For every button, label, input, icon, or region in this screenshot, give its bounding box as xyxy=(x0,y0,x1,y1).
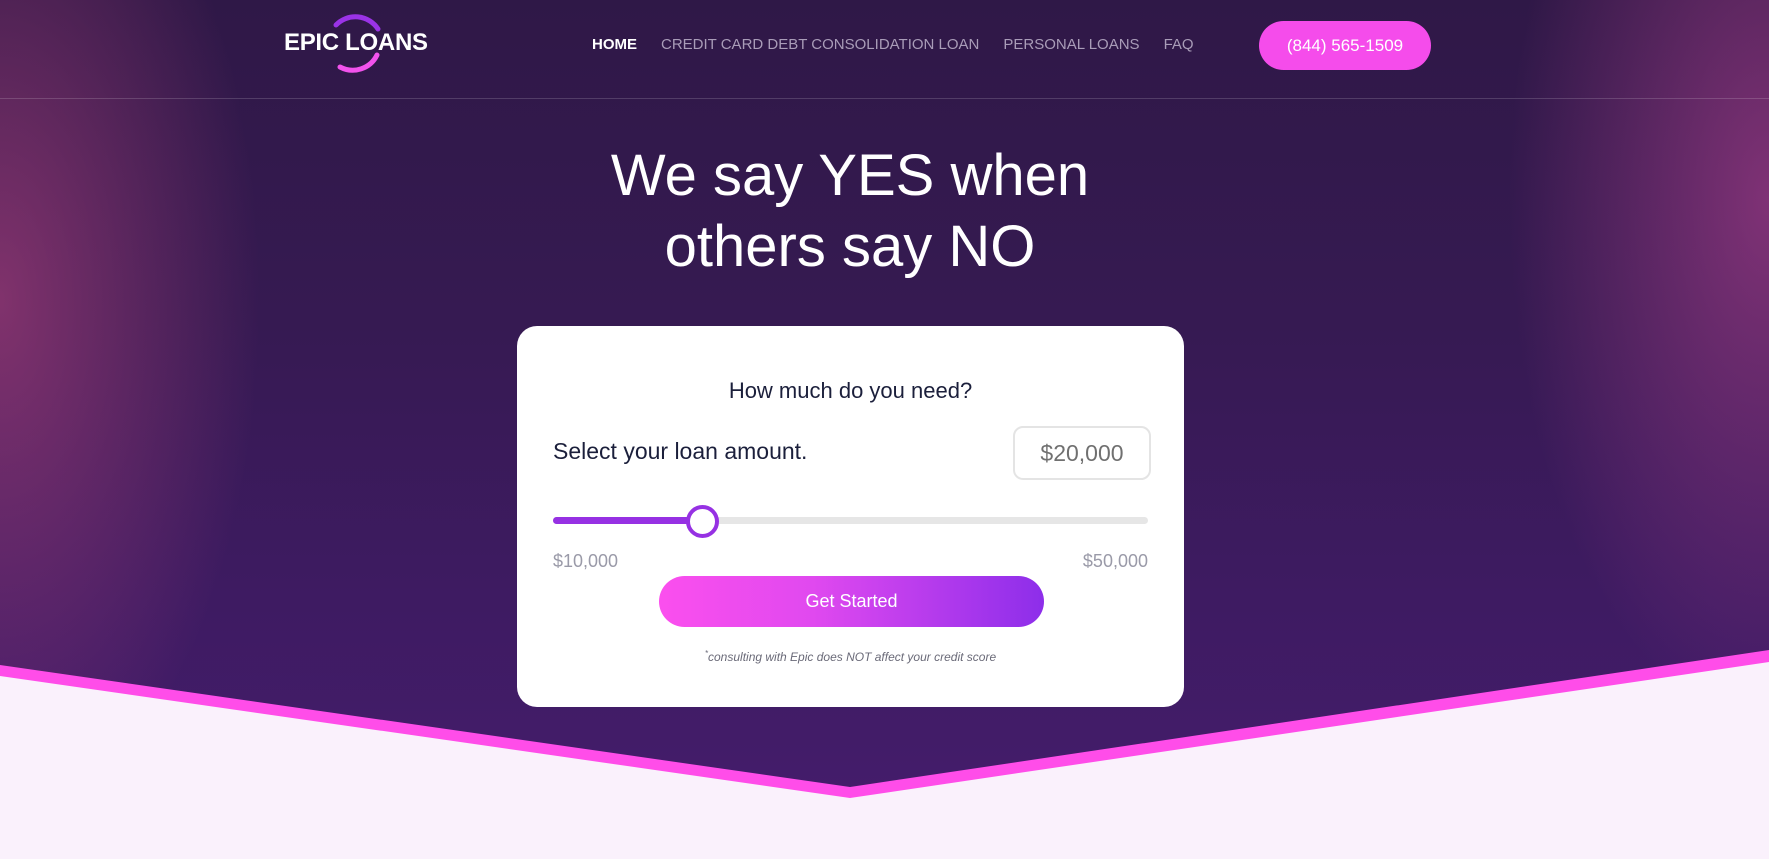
headline-line-1: We say YES when xyxy=(610,143,1090,208)
loan-amount-field[interactable]: $20,000 xyxy=(1013,426,1151,480)
disclaimer-text: consulting with Epic does NOT affect you… xyxy=(708,650,997,664)
slider-max-label: $50,000 xyxy=(1082,551,1148,571)
loan-amount-card: How much do you need? Select your loan a… xyxy=(517,326,1184,707)
logo-text: EPIC LOANS xyxy=(284,29,428,56)
card-title: How much do you need? xyxy=(728,378,973,403)
nav-item-faq[interactable]: FAQ xyxy=(1164,34,1194,56)
credit-score-disclaimer: *consulting with Epic does NOT affect yo… xyxy=(517,649,1184,664)
nav-item-personal-loans[interactable]: PERSONAL LOANS xyxy=(1003,34,1139,56)
main-nav: HOME CREDIT CARD DEBT CONSOLIDATION LOAN… xyxy=(592,34,1218,56)
brand-logo[interactable]: EPIC LOANS xyxy=(284,9,428,75)
top-navbar: EPIC LOANS HOME CREDIT CARD DEBT CONSOLI… xyxy=(0,0,1769,99)
slider-thumb[interactable] xyxy=(685,505,719,538)
get-started-button[interactable]: Get Started xyxy=(659,576,1044,627)
loan-amount-label: Select your loan amount. xyxy=(553,438,808,464)
loan-amount-slider[interactable] xyxy=(553,505,1148,538)
phone-call-button[interactable]: (844) 565-1509 xyxy=(1259,21,1431,70)
slider-min-label: $10,000 xyxy=(553,551,619,571)
nav-item-credit-card-debt-consolidation[interactable]: CREDIT CARD DEBT CONSOLIDATION LOAN xyxy=(661,34,979,56)
headline-line-2: others say NO xyxy=(664,214,1036,279)
nav-item-home[interactable]: HOME xyxy=(592,34,637,56)
hero-headline: We say YES when others say NO xyxy=(484,140,1216,282)
slider-fill xyxy=(553,517,702,524)
